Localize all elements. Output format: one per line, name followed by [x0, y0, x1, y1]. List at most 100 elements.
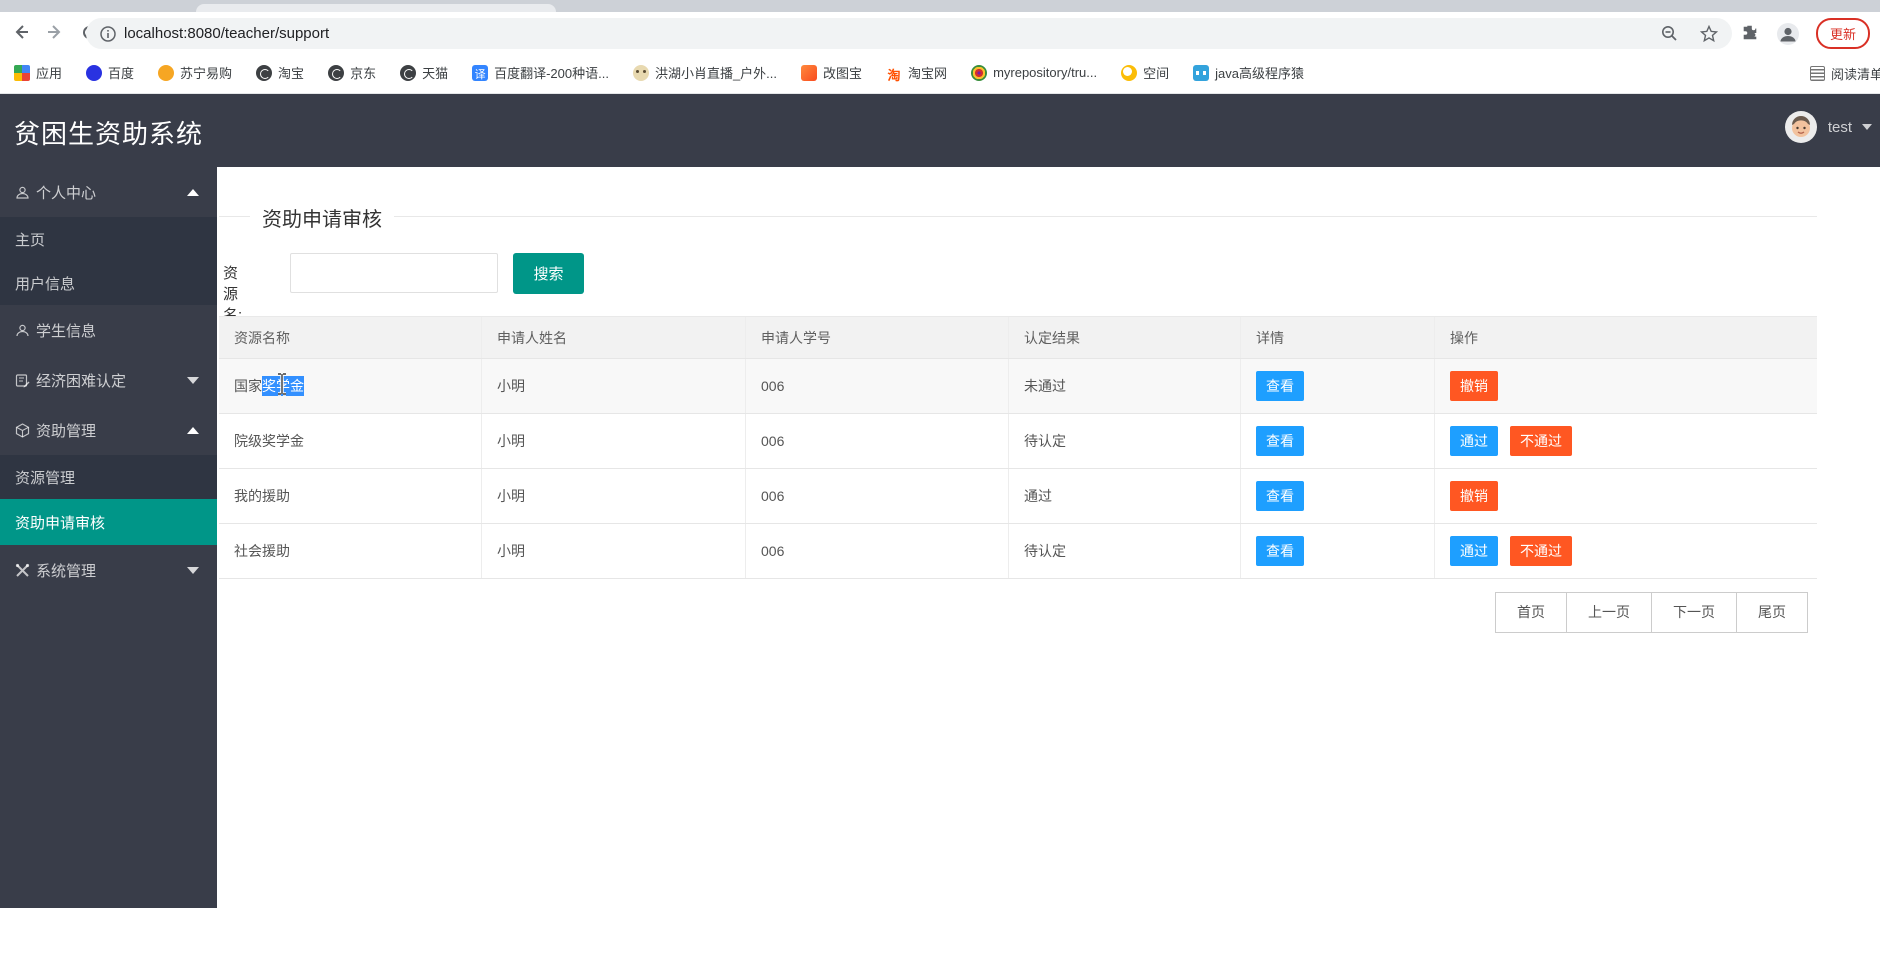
bookmark-jd[interactable]: 京东 [328, 63, 376, 82]
browser-toolbar: localhost:8080/teacher/support 更新 [0, 12, 1880, 52]
bookmark-qzone[interactable]: 空间 [1121, 63, 1169, 82]
student-no-cell: 006 [746, 414, 1009, 468]
sidebar-item-poverty-certify[interactable]: 经济困难认定 [0, 355, 217, 405]
table-row: 院级奖学金 小明 006 待认定 查看 通过 不通过 [219, 414, 1817, 469]
prev-page-button[interactable]: 上一页 [1566, 592, 1652, 633]
applicant-cell: 小明 [482, 469, 746, 523]
chrome-update-button[interactable]: 更新 [1815, 18, 1870, 49]
search-button[interactable]: 搜索 [513, 253, 584, 294]
sidebar-item-system-management[interactable]: 系统管理 [0, 545, 217, 595]
table-row: 国家 奖学金 小明 006 未通过 查看 撤销 [219, 359, 1817, 414]
revoke-button[interactable]: 撤销 [1450, 481, 1498, 511]
text-cursor-icon [276, 372, 288, 396]
chevron-down-icon [187, 376, 199, 384]
col-resource-name: 资源名称 [219, 317, 482, 358]
qzone-favicon [1121, 64, 1138, 81]
resource-name-cell: 我的援助 [219, 469, 482, 523]
view-button[interactable]: 查看 [1256, 481, 1304, 511]
resource-name-cell: 院级奖学金 [219, 414, 482, 468]
app-title: 贫困生资助系统 [14, 119, 204, 149]
table-row: 社会援助 小明 006 待认定 查看 通过 不通过 [219, 524, 1817, 579]
chevron-up-icon [187, 188, 199, 196]
sidebar: 个人中心 主页 用户信息 学生信息 经济困难认定 资助管理 资源管理 资助申请审… [0, 167, 217, 908]
view-button[interactable]: 查看 [1256, 371, 1304, 401]
last-page-button[interactable]: 尾页 [1736, 592, 1808, 633]
translate-favicon [472, 64, 489, 82]
user-menu[interactable]: test [1784, 110, 1872, 144]
suning-favicon [158, 64, 175, 81]
bookmark-java[interactable]: java高级程序猿 [1193, 63, 1304, 82]
sidebar-item-personal-center[interactable]: 个人中心 [0, 167, 217, 217]
taobao-favicon [256, 64, 273, 81]
bookmark-fanyi[interactable]: 百度翻译-200种语... [472, 63, 609, 82]
first-page-button[interactable]: 首页 [1495, 592, 1567, 633]
gaitubao-favicon [801, 64, 818, 81]
page-title: 资助申请审核 [250, 203, 394, 232]
extensions-icon[interactable] [1741, 24, 1760, 43]
applicant-cell: 小明 [482, 524, 746, 578]
bookmark-myrepository[interactable]: myrepository/tru... [971, 64, 1097, 81]
sidebar-item-user-info[interactable]: 用户信息 [0, 261, 217, 305]
revoke-button[interactable]: 撤销 [1450, 371, 1498, 401]
forward-icon[interactable] [38, 15, 72, 49]
reading-list-button[interactable]: 阅读清单 [1794, 52, 1880, 94]
bookmark-taobaowang[interactable]: 淘宝网 [886, 63, 947, 84]
approve-button[interactable]: 通过 [1450, 536, 1498, 566]
table-header-row: 资源名称 申请人姓名 申请人学号 认定结果 详情 操作 [219, 317, 1817, 359]
zoom-out-icon[interactable] [1661, 25, 1678, 42]
bookmark-gaitubao[interactable]: 改图宝 [801, 63, 862, 82]
active-tab[interactable] [196, 4, 556, 12]
resource-name-cell: 社会援助 [219, 524, 482, 578]
bookmark-tmall[interactable]: 天猫 [400, 63, 448, 82]
back-icon[interactable] [4, 15, 38, 49]
sidebar-item-support-review-active[interactable]: 资助申请审核 [0, 499, 217, 545]
bookmarks-bar: 应用 百度 苏宁易购 淘宝 京东 天猫 百度翻译-200种语... 洪湖小肖直播… [0, 52, 1880, 94]
avatar [1784, 110, 1818, 144]
bookmark-taobao[interactable]: 淘宝 [256, 63, 304, 82]
result-cell: 通过 [1009, 469, 1241, 523]
view-button[interactable]: 查看 [1256, 426, 1304, 456]
bookmark-apps[interactable]: 应用 [14, 63, 62, 82]
student-no-cell: 006 [746, 469, 1009, 523]
col-actions: 操作 [1450, 329, 1478, 346]
username: test [1827, 118, 1852, 136]
bookmark-star-icon[interactable] [1700, 24, 1718, 43]
table-row: 我的援助 小明 006 通过 查看 撤销 [219, 469, 1817, 524]
taobaowang-favicon [886, 64, 903, 84]
site-info-icon[interactable] [100, 25, 116, 42]
apps-grid-icon [14, 64, 30, 81]
sidebar-item-resource-management[interactable]: 资源管理 [0, 455, 217, 499]
user-caret-icon [1862, 124, 1872, 130]
sidebar-item-home[interactable]: 主页 [0, 217, 217, 261]
result-cell: 待认定 [1009, 524, 1241, 578]
main-content: 资助申请审核 资源名: 搜索 资源名称 申请人姓名 申请人学号 认定结果 详情 … [217, 167, 1880, 980]
address-bar[interactable]: localhost:8080/teacher/support [86, 18, 1732, 49]
sidebar-item-student-info[interactable]: 学生信息 [0, 305, 217, 355]
bookmark-baidu[interactable]: 百度 [86, 63, 134, 82]
col-student-no: 申请人学号 [746, 317, 1009, 358]
next-page-button[interactable]: 下一页 [1651, 592, 1737, 633]
bookmark-suning[interactable]: 苏宁易购 [158, 63, 232, 82]
approve-button[interactable]: 通过 [1450, 426, 1498, 456]
view-button[interactable]: 查看 [1256, 536, 1304, 566]
reading-list-icon [1810, 65, 1825, 81]
baidu-favicon [86, 64, 103, 81]
pagination: 首页 上一页 下一页 尾页 [1495, 592, 1808, 633]
search-input[interactable] [290, 253, 498, 293]
app-header: 贫困生资助系统 test [0, 94, 1880, 167]
result-cell: 未通过 [1009, 359, 1241, 413]
certify-icon [15, 373, 30, 388]
robot-favicon [1193, 64, 1210, 81]
profile-icon[interactable] [1776, 22, 1800, 46]
applicant-cell: 小明 [482, 359, 746, 413]
repository-favicon [971, 64, 988, 81]
reject-button[interactable]: 不通过 [1510, 426, 1572, 456]
chevron-down-icon [187, 566, 199, 574]
bookmark-honghu[interactable]: 洪湖小肖直播_户外... [632, 63, 777, 82]
sidebar-item-support-management[interactable]: 资助管理 [0, 405, 217, 455]
reject-button[interactable]: 不通过 [1510, 536, 1572, 566]
tools-icon [15, 563, 30, 578]
url-text[interactable]: localhost:8080/teacher/support [124, 25, 329, 42]
student-no-cell: 006 [746, 524, 1009, 578]
col-result: 认定结果 [1009, 317, 1241, 358]
